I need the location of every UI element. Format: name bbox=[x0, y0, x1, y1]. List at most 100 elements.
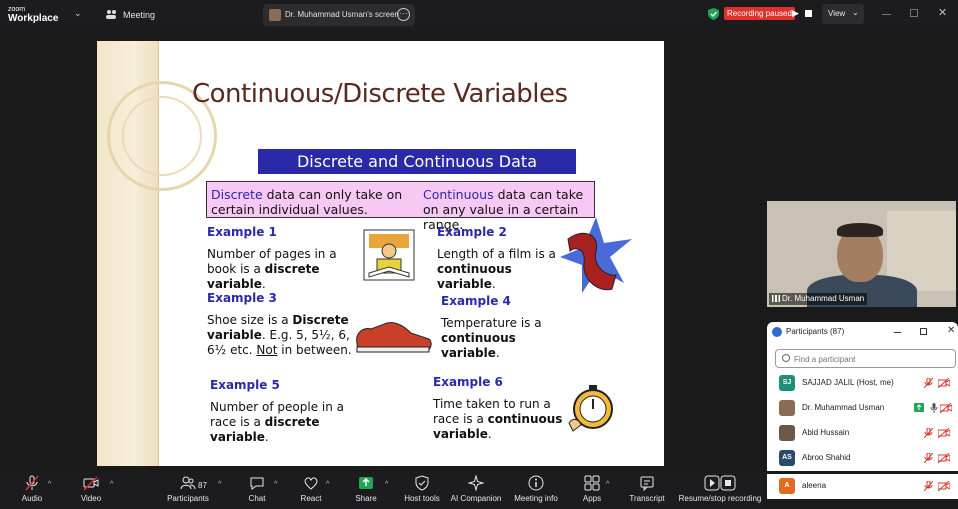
shared-screen-area: Continuous/Discrete Variables Discrete a… bbox=[0, 30, 763, 471]
participant-row[interactable]: A aleena bbox=[767, 474, 958, 499]
chevron-up-icon[interactable]: ^ bbox=[385, 481, 388, 488]
share-button[interactable]: Share bbox=[352, 475, 380, 507]
video-label: Video bbox=[80, 494, 102, 503]
stop-icon[interactable] bbox=[805, 10, 812, 17]
participant-name: Abroo Shahid bbox=[802, 453, 851, 462]
video-off-icon[interactable] bbox=[938, 428, 950, 438]
example-heading: Example 5 bbox=[210, 378, 280, 392]
video-off-icon[interactable] bbox=[938, 378, 950, 388]
minimize-window-icon[interactable] bbox=[882, 14, 891, 15]
example-bold: continuous variable bbox=[441, 331, 516, 360]
mic-muted-icon bbox=[25, 475, 39, 491]
search-input[interactable] bbox=[794, 353, 944, 365]
participant-search[interactable] bbox=[775, 349, 956, 368]
title-bar: zoom Workplace ⌄ Meeting Dr. Muhammad Us… bbox=[0, 0, 958, 30]
react-label: React bbox=[300, 494, 322, 503]
chevron-up-icon[interactable]: ^ bbox=[326, 481, 329, 488]
mic-icon[interactable] bbox=[930, 403, 938, 413]
shield-icon bbox=[708, 8, 719, 20]
video-off-icon[interactable] bbox=[940, 403, 952, 413]
ai-companion-button[interactable]: AI Companion bbox=[450, 475, 502, 507]
example-heading: Example 3 bbox=[207, 291, 277, 305]
view-label: View bbox=[828, 9, 846, 18]
mic-muted-icon[interactable] bbox=[924, 453, 933, 463]
example-bold: continuous variable bbox=[437, 262, 512, 291]
chat-button[interactable]: Chat bbox=[243, 475, 271, 507]
mic-muted-icon[interactable] bbox=[924, 428, 933, 438]
participant-video-tile[interactable]: Dr. Muhammad Usman bbox=[767, 201, 956, 307]
participant-name: Dr. Muhammad Usman bbox=[802, 403, 885, 412]
audio-button[interactable]: Audio bbox=[16, 475, 48, 507]
participant-name: aleena bbox=[802, 481, 827, 490]
meeting-toolbar: Audio ^ Video ^ Participants 87 ^ Chat ^… bbox=[0, 471, 766, 509]
share-screen-icon bbox=[359, 477, 373, 489]
continuous-keyword: Continuous bbox=[423, 187, 494, 202]
chevron-up-icon[interactable]: ^ bbox=[274, 481, 277, 488]
shared-screen-label: Dr. Muhammad Usman's screen bbox=[285, 10, 400, 19]
audio-label: Audio bbox=[21, 494, 43, 503]
maximize-window-icon[interactable] bbox=[910, 9, 918, 17]
example-body: Temperature is a continuous variable. bbox=[441, 316, 571, 361]
participant-name: Abid Hussain bbox=[802, 428, 850, 437]
minimize-panel-icon[interactable] bbox=[894, 332, 901, 333]
chat-icon bbox=[250, 477, 264, 490]
example-text: . bbox=[264, 430, 269, 444]
close-window-icon[interactable]: ✕ bbox=[938, 6, 947, 19]
view-button[interactable]: View ⌄ bbox=[822, 4, 864, 24]
participant-name: SAJJAD JALIL (Host, me) bbox=[802, 378, 894, 387]
mic-muted-icon[interactable] bbox=[924, 481, 933, 491]
example-body: Time taken to run a race is a continuous… bbox=[433, 397, 578, 442]
participant-row[interactable]: AS Abroo Shahid bbox=[767, 446, 958, 471]
stopwatch-icon bbox=[568, 385, 613, 432]
mic-muted-icon[interactable] bbox=[924, 378, 933, 388]
definition-box: Discrete data can only take on certain i… bbox=[206, 181, 595, 232]
avatar: A bbox=[779, 478, 795, 494]
meeting-tab[interactable]: Meeting bbox=[123, 10, 155, 20]
chevron-down-icon[interactable]: ⌄ bbox=[74, 8, 82, 19]
chat-label: Chat bbox=[248, 494, 266, 503]
react-button[interactable]: React bbox=[296, 475, 326, 507]
host-tools-label: Host tools bbox=[404, 494, 440, 503]
video-name: Dr. Muhammad Usman bbox=[782, 294, 865, 303]
example-text: Length of a film is a bbox=[437, 247, 556, 261]
meeting-info-button[interactable]: Meeting info bbox=[512, 475, 560, 507]
popout-panel-icon[interactable] bbox=[920, 328, 927, 335]
record-controls-icon bbox=[704, 475, 736, 491]
chevron-up-icon[interactable]: ^ bbox=[218, 481, 221, 488]
participant-row[interactable]: Abid Hussain bbox=[767, 421, 958, 446]
discrete-definition: Discrete data can only take on certain i… bbox=[211, 187, 407, 217]
video-off-icon[interactable] bbox=[938, 453, 950, 463]
apps-icon bbox=[584, 475, 600, 491]
chevron-up-icon[interactable]: ^ bbox=[606, 481, 609, 488]
more-options-icon[interactable]: ··· bbox=[397, 8, 410, 21]
ai-companion-label: AI Companion bbox=[450, 494, 502, 503]
participants-panel: Participants (87) ✕ SJ SAJJAD JALIL (Hos… bbox=[767, 322, 958, 471]
avatar: AS bbox=[779, 450, 795, 466]
chevron-up-icon[interactable]: ^ bbox=[48, 481, 51, 488]
example-text: in between. bbox=[277, 343, 352, 357]
video-off-icon[interactable] bbox=[938, 481, 950, 491]
video-button[interactable]: Video bbox=[76, 475, 106, 507]
transcript-label: Transcript bbox=[629, 494, 665, 503]
signal-bars-icon bbox=[772, 295, 780, 303]
resume-stop-recording-button[interactable]: Resume/stop recording bbox=[678, 475, 762, 507]
meeting-icon bbox=[106, 10, 116, 19]
avatar bbox=[269, 9, 281, 21]
chevron-up-icon[interactable]: ^ bbox=[110, 481, 113, 488]
sparkle-icon bbox=[468, 475, 484, 491]
logo-line2: Workplace bbox=[8, 13, 59, 24]
close-panel-icon[interactable]: ✕ bbox=[947, 325, 955, 336]
chevron-down-icon: ⌄ bbox=[852, 8, 859, 17]
recording-status-badge: Recording paused bbox=[724, 7, 795, 20]
shared-screen-tab[interactable]: Dr. Muhammad Usman's screen ··· bbox=[263, 4, 415, 26]
participants-button[interactable]: Participants bbox=[165, 475, 211, 507]
participant-row[interactable]: SJ SAJJAD JALIL (Host, me) bbox=[767, 371, 958, 396]
host-tools-button[interactable]: Host tools bbox=[402, 475, 442, 507]
transcript-button[interactable]: Transcript bbox=[627, 475, 667, 507]
participant-status bbox=[924, 452, 952, 464]
play-icon[interactable]: ▶ bbox=[792, 8, 799, 19]
example-text: Temperature is a bbox=[441, 316, 542, 330]
participant-row[interactable]: Dr. Muhammad Usman bbox=[767, 396, 958, 421]
apps-button[interactable]: Apps bbox=[578, 475, 606, 507]
example-text: . bbox=[487, 427, 492, 441]
